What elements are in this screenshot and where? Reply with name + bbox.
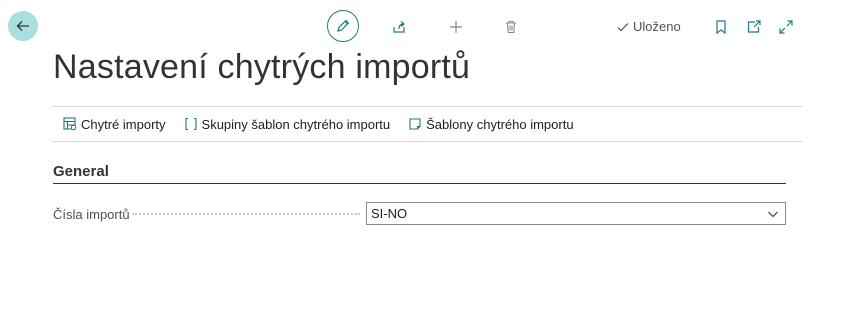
action-smart-imports[interactable]: Chytré importy [63, 117, 166, 132]
saved-label: Uloženo [633, 19, 681, 34]
share-button[interactable] [389, 17, 409, 37]
edit-button[interactable] [327, 10, 359, 42]
action-templates[interactable]: Šablony chytrého importu [408, 116, 574, 132]
section-divider [53, 183, 786, 184]
saved-status: Uloženo [616, 19, 681, 34]
import-numbers-label: Čísla importů [53, 207, 130, 222]
expand-button[interactable] [776, 17, 796, 37]
expand-icon [779, 20, 793, 34]
pencil-icon [337, 19, 350, 32]
open-in-new-window-icon [747, 20, 761, 33]
trash-icon [506, 20, 516, 34]
import-numbers-value: SI-NO [371, 206, 408, 221]
delete-button[interactable] [501, 17, 521, 37]
import-numbers-select[interactable]: SI-NO [366, 202, 786, 225]
page-title: Nastavení chytrých importů [53, 48, 471, 86]
bookmark-button[interactable] [712, 17, 730, 37]
action-bar: Chytré importy Skupiny šablon chytrého i… [53, 106, 802, 142]
back-button[interactable] [8, 11, 38, 41]
table-settings-icon [63, 117, 77, 131]
bookmark-icon [716, 20, 726, 35]
open-in-new-window-button[interactable] [744, 17, 764, 37]
arrow-left-icon [16, 21, 29, 31]
action-label: Šablony chytrého importu [426, 116, 574, 132]
plus-icon [450, 21, 462, 33]
action-label: Skupiny šablon chytrého importu [201, 116, 391, 132]
action-template-groups[interactable]: Skupiny šablon chytrého importu [184, 116, 391, 132]
share-icon [393, 21, 405, 33]
section-title[interactable]: General [53, 163, 109, 180]
action-label: Chytré importy [81, 116, 166, 132]
checkmark-icon [617, 22, 629, 31]
new-button[interactable] [446, 17, 466, 37]
chevron-down-icon [768, 211, 778, 218]
template-icon [409, 118, 421, 130]
field-leader-dots [132, 213, 360, 215]
brackets-icon [184, 117, 197, 131]
